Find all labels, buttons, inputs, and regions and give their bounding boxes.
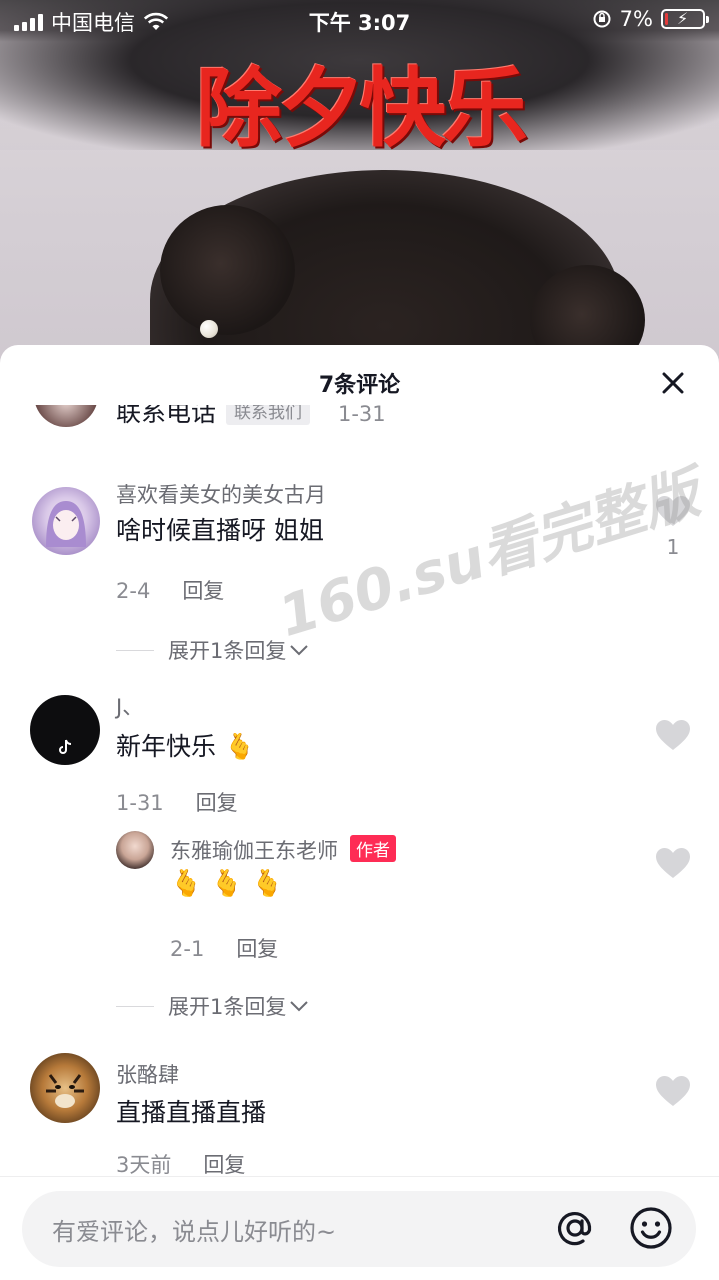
expand-replies-button[interactable]: 展开1条回复 <box>116 991 310 1021</box>
like-button[interactable] <box>655 1075 691 1107</box>
tiger-face-icon <box>46 1074 84 1108</box>
comment-count-title: 7条评论 <box>318 373 401 398</box>
contact-tag[interactable]: 联系我们 <box>226 405 311 425</box>
comment-time: 1-31 <box>116 791 164 815</box>
video-hair-bead <box>200 320 218 338</box>
chevron-down-icon <box>290 1001 309 1012</box>
reply-button[interactable]: 回复 <box>203 1153 245 1175</box>
comment-username[interactable]: 喜欢看美女的美女古月 <box>116 479 326 509</box>
rotation-lock-icon <box>593 10 611 28</box>
comment-list[interactable]: 联系电话 联系我们 1-31 喜欢看美女的美女古月 啥时候直播呀 姐姐 2-4 回复 <box>0 405 719 1175</box>
reply-button[interactable]: 回复 <box>236 937 278 961</box>
avatar-face-icon <box>46 501 86 547</box>
comment-text: 新年快乐 🫰 <box>116 732 256 761</box>
comment-input-placeholder: 有爱评论，说点儿好听的~ <box>52 1218 337 1246</box>
comment-time: 1-31 <box>337 405 386 426</box>
status-bar: 中国电信 下午 3:07 7% ⚡ <box>0 0 719 40</box>
like-button[interactable] <box>655 719 691 751</box>
reply-username[interactable]: 东雅瑜伽王东老师 <box>170 839 338 863</box>
comment-username[interactable]: 张酪肆 <box>116 1059 179 1089</box>
chevron-down-icon <box>290 645 309 656</box>
expand-replies-label: 展开1条回复 <box>168 995 287 1019</box>
reply-text: 🫰 🫰 🫰 <box>170 869 284 899</box>
author-badge: 作者 <box>350 835 396 862</box>
avatar[interactable] <box>30 1053 100 1123</box>
comment-username[interactable]: J、 <box>116 691 143 721</box>
comment-sheet: 7条评论 联系电话 联系我们 1-31 喜欢看美女的美女古月 啥时候直播呀 姐姐… <box>0 345 719 1280</box>
video-title: 除夕快乐 <box>196 59 528 159</box>
battery-icon: ⚡ <box>661 9 709 29</box>
reply-button[interactable]: 回复 <box>182 579 224 603</box>
comment-time: 3天前 <box>116 1153 172 1175</box>
heart-icon <box>656 720 690 750</box>
like-count: 1 <box>666 535 680 559</box>
comment-text: 联系电话 <box>116 405 217 427</box>
like-button[interactable] <box>655 847 691 879</box>
expand-replies-button[interactable]: 展开1条回复 <box>116 635 310 665</box>
like-button[interactable]: 1 <box>655 495 691 559</box>
emoji-icon[interactable] <box>628 1205 674 1251</box>
reply-time: 2-1 <box>170 937 205 961</box>
comment-input[interactable]: 有爱评论，说点儿好听的~ <box>22 1191 696 1267</box>
heart-icon <box>656 496 690 526</box>
tiktok-icon <box>59 739 72 754</box>
avatar[interactable] <box>34 405 98 427</box>
video-hair-bun-left <box>160 205 295 335</box>
avatar[interactable] <box>116 831 154 869</box>
battery-percent: 7% <box>619 7 653 31</box>
close-icon[interactable] <box>661 371 685 395</box>
comment-text: 直播直播直播 <box>116 1098 267 1127</box>
expand-replies-label: 展开1条回复 <box>168 639 287 663</box>
at-icon[interactable] <box>552 1205 598 1251</box>
divider-line <box>116 649 154 651</box>
divider-line <box>116 1005 154 1007</box>
reply-button[interactable]: 回复 <box>196 791 238 815</box>
avatar[interactable] <box>32 487 100 555</box>
avatar[interactable] <box>30 695 100 765</box>
video-background[interactable]: 除夕快乐 <box>0 0 719 380</box>
comment-input-bar: 有爱评论，说点儿好听的~ <box>0 1176 719 1280</box>
heart-icon <box>656 848 690 878</box>
heart-icon <box>656 1076 690 1106</box>
comment-text: 啥时候直播呀 姐姐 <box>116 516 324 545</box>
comment-time: 2-4 <box>116 579 151 603</box>
